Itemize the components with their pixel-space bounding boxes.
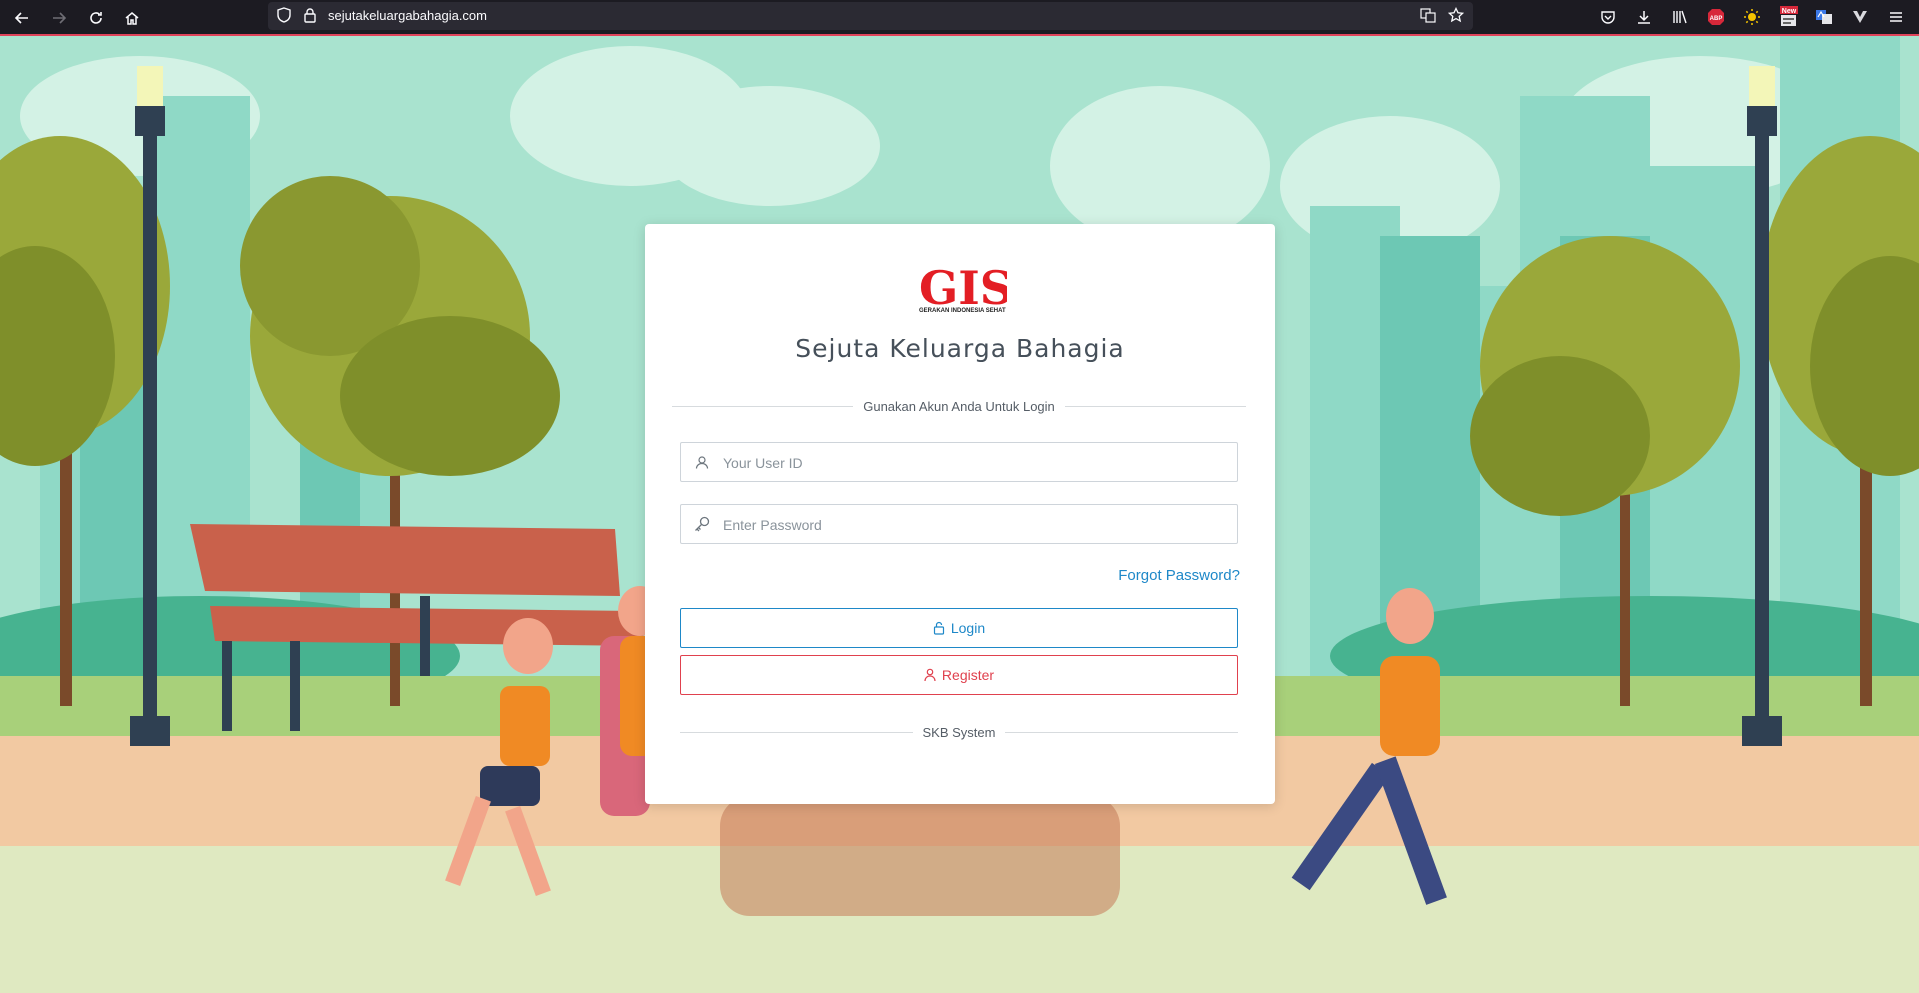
- translate-extension-icon[interactable]: [1813, 6, 1835, 28]
- adblock-plus-icon[interactable]: ABP: [1705, 6, 1727, 28]
- footer-divider: SKB System: [680, 723, 1238, 741]
- register-button-label: Register: [941, 667, 995, 683]
- dark-reader-sun-icon[interactable]: [1741, 6, 1763, 28]
- site-title: Sejuta Keluarga Bahagia: [795, 334, 1125, 363]
- pocket-icon[interactable]: [1597, 6, 1619, 28]
- svg-text:GERAKAN INDONESIA SEHAT: GERAKAN INDONESIA SEHAT: [919, 308, 1006, 314]
- login-card: GIS GERAKAN INDONESIA SEHAT Sejuta Kelua…: [645, 224, 1275, 804]
- forgot-password-link[interactable]: Forgot Password?: [1118, 567, 1240, 584]
- login-button-label: Login: [950, 620, 986, 636]
- url-text[interactable]: sejutakeluargabahagia.com: [328, 8, 487, 23]
- divider-line: [1064, 405, 1247, 407]
- library-icon[interactable]: [1669, 6, 1691, 28]
- reload-icon[interactable]: [83, 5, 109, 31]
- svg-text:ABP: ABP: [1710, 16, 1723, 22]
- register-button[interactable]: Register: [680, 655, 1238, 695]
- url-bar[interactable]: sejutakeluargabahagia.com: [268, 2, 1473, 30]
- user-id-field[interactable]: [680, 442, 1238, 483]
- divider-label-text: Gunakan Akun Anda Untuk Login: [863, 398, 1055, 414]
- gis-logo: GIS GERAKAN INDONESIA SEHAT: [919, 261, 1007, 315]
- vpn-extension-icon[interactable]: [1849, 6, 1871, 28]
- user-icon: [693, 453, 711, 471]
- login-divider: Gunakan Akun Anda Untuk Login: [672, 397, 1247, 415]
- password-field[interactable]: [680, 504, 1238, 545]
- svg-text:New: New: [1782, 8, 1797, 15]
- tracking-shield-icon[interactable]: [276, 7, 292, 27]
- download-icon[interactable]: [1633, 6, 1655, 28]
- star-bookmark-icon[interactable]: [1447, 6, 1465, 27]
- back-arrow-icon[interactable]: [9, 5, 35, 31]
- user-id-input[interactable]: [721, 443, 1225, 483]
- svg-text:GIS: GIS: [919, 261, 1007, 315]
- forward-arrow-icon[interactable]: [46, 5, 72, 31]
- login-button[interactable]: Login: [680, 608, 1238, 648]
- user-icon: [924, 668, 936, 682]
- news-extension-icon[interactable]: New: [1778, 6, 1800, 28]
- translate-icon[interactable]: [1420, 7, 1436, 27]
- divider-line: [1005, 731, 1238, 733]
- key-icon: [693, 515, 711, 533]
- divider-line: [680, 731, 913, 733]
- home-icon[interactable]: [119, 5, 145, 31]
- password-input[interactable]: [721, 505, 1225, 545]
- unlock-icon: [933, 621, 944, 635]
- browser-toolbar: sejutakeluargabahagia.com ABP New: [0, 0, 1919, 36]
- footer-label: SKB System: [922, 724, 996, 740]
- divider-line: [672, 405, 854, 407]
- lock-icon[interactable]: [303, 7, 317, 27]
- hamburger-menu-icon[interactable]: [1885, 6, 1907, 28]
